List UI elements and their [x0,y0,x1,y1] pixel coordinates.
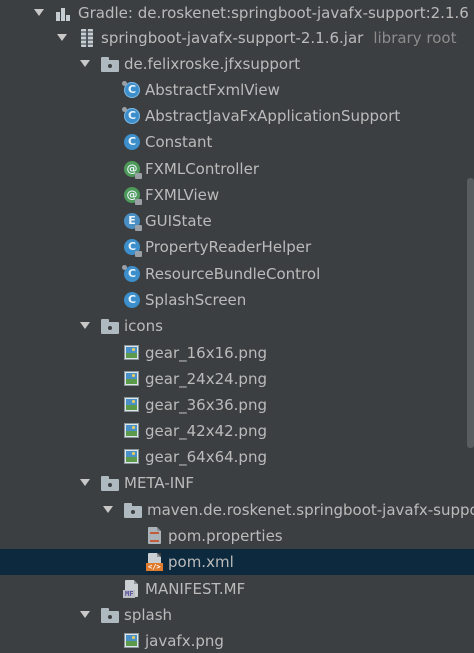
tree-node-image-file[interactable]: gear_64x64.png [0,444,474,470]
tree-node-label: FXMLView [145,186,220,204]
tree-node-class[interactable]: @ FXMLController [0,156,474,182]
tree-node-class[interactable]: C Constant [0,129,474,155]
enum-icon: E [123,212,142,231]
expand-arrow-icon[interactable] [34,9,44,16]
image-file-icon [123,448,141,466]
tree-node-label: AbstractFxmlView [145,81,280,99]
tree-node-manifest-file[interactable]: MF MANIFEST.MF [0,576,474,602]
expand-arrow-icon[interactable] [80,322,90,329]
project-tree[interactable]: Gradle: de.roskenet:springboot-javafx-su… [0,0,474,653]
tree-node-label: splash [124,606,173,624]
tree-node-label: pom.properties [168,527,283,545]
tree-node-gradle-library[interactable]: Gradle: de.roskenet:springboot-javafx-su… [0,0,474,26]
tree-node-label: GUIState [145,212,212,230]
abstract-class-icon: C [122,81,141,99]
folder-icon [124,502,142,520]
image-file-icon [123,422,141,440]
tree-node-meta-inf-folder[interactable]: META-INF [0,470,474,496]
tree-node-icons-folder[interactable]: icons [0,313,474,339]
tree-node-label: gear_36x36.png [145,396,267,414]
tree-node-label: MANIFEST.MF [145,580,246,598]
tree-node-xml-file[interactable]: </> pom.xml [0,549,474,575]
tree-node-image-file[interactable]: gear_24x24.png [0,366,474,392]
class-icon: C [123,238,142,257]
tree-node-label: gear_64x64.png [145,448,267,466]
vertical-scrollbar[interactable] [467,178,474,448]
tree-node-label: gear_42x42.png [145,422,267,440]
tree-node-label: springboot-javafx-support-2.1.6.jar [101,29,364,47]
annotation-icon: @ [123,160,142,179]
manifest-file-icon: MF [123,580,141,598]
tree-node-label: FXMLController [145,160,259,178]
tree-node-label: ResourceBundleControl [145,265,321,283]
tree-node-properties-file[interactable]: pom.properties [0,523,474,549]
gradle-library-icon [55,4,73,22]
tree-node-label: SplashScreen [145,291,247,309]
tree-node-class[interactable]: C ResourceBundleControl [0,261,474,287]
tree-node-label: AbstractJavaFxApplicationSupport [145,107,401,125]
tree-node-image-file[interactable]: javafx.png [0,628,474,653]
tree-node-label: PropertyReaderHelper [145,238,312,256]
tree-node-class[interactable]: C AbstractJavaFxApplicationSupport [0,103,474,129]
jar-archive-icon [78,29,96,47]
annotation-icon: @ [123,186,142,205]
expand-arrow-icon[interactable] [80,479,90,486]
tree-node-label: META-INF [124,474,195,492]
expand-arrow-icon[interactable] [80,611,90,618]
library-root-hint: library root [373,29,457,47]
tree-node-maven-folder[interactable]: maven.de.roskenet.springboot-javafx-supp… [0,497,474,523]
tree-node-class[interactable]: C AbstractFxmlView [0,77,474,103]
tree-node-label: maven.de.roskenet.springboot-javafx-supp… [147,501,474,519]
image-file-icon [123,632,141,650]
folder-icon [101,475,119,493]
expand-arrow-icon[interactable] [57,34,67,41]
xml-file-icon: </> [146,553,164,571]
abstract-class-icon: C [122,107,141,125]
expand-arrow-icon[interactable] [103,506,113,513]
tree-node-label: gear_16x16.png [145,344,267,362]
tree-node-splash-folder[interactable]: splash [0,602,474,628]
properties-file-icon [146,527,164,545]
folder-icon [101,318,119,336]
expand-arrow-icon[interactable] [80,60,90,67]
tree-node-label: gear_24x24.png [145,370,267,388]
tree-node-package[interactable]: de.felixroske.jfxsupport [0,51,474,77]
tree-node-image-file[interactable]: gear_42x42.png [0,418,474,444]
tree-node-label: Constant [145,133,213,151]
folder-icon [101,607,119,625]
tree-node-label: de.felixroske.jfxsupport [124,55,301,73]
tree-node-image-file[interactable]: gear_16x16.png [0,340,474,366]
tree-node-class[interactable]: @ FXMLView [0,182,474,208]
tree-node-image-file[interactable]: gear_36x36.png [0,392,474,418]
package-folder-icon [101,56,119,74]
tree-node-class[interactable]: C SplashScreen [0,287,474,313]
tree-node-label: icons [124,317,163,335]
tree-node-label: Gradle: de.roskenet:springboot-javafx-su… [78,4,469,22]
tree-node-label: pom.xml [168,553,234,571]
tree-node-class[interactable]: E GUIState [0,208,474,234]
tree-node-jar[interactable]: springboot-javafx-support-2.1.6.jar libra… [0,25,474,51]
image-file-icon [123,370,141,388]
class-icon: C [123,133,141,151]
image-file-icon [123,396,141,414]
class-icon: C [122,265,141,283]
tree-node-class[interactable]: C PropertyReaderHelper [0,234,474,260]
image-file-icon [123,344,141,362]
tree-node-label: javafx.png [145,632,224,650]
class-icon: C [123,291,141,309]
